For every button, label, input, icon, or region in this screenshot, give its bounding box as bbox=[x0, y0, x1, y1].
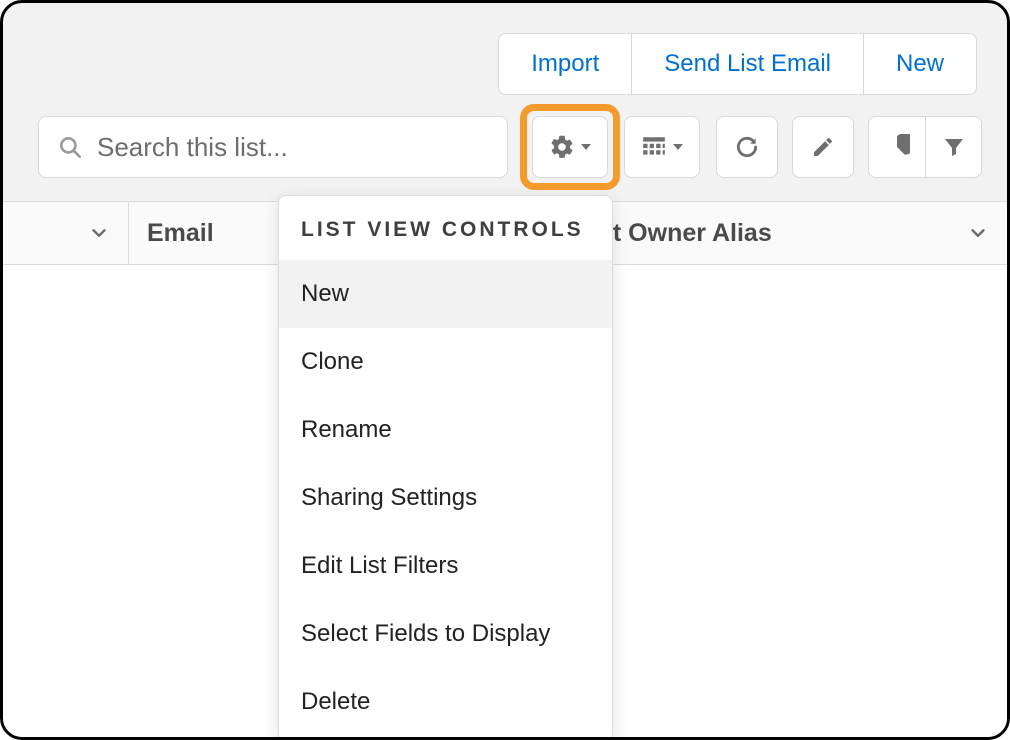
column-header-owner-alias[interactable]: ct Owner Alias bbox=[581, 202, 1007, 264]
menu-item-clone[interactable]: Clone bbox=[279, 328, 612, 396]
gear-icon bbox=[549, 134, 575, 160]
menu-item-select-fields[interactable]: Select Fields to Display bbox=[279, 600, 612, 668]
column-header-label: Email bbox=[147, 219, 214, 248]
menu-item-new[interactable]: New bbox=[279, 260, 612, 328]
menu-item-rename[interactable]: Rename bbox=[279, 396, 612, 464]
search-field-wrap bbox=[38, 116, 508, 178]
chart-filter-group bbox=[868, 116, 982, 178]
filter-icon bbox=[942, 135, 966, 159]
menu-item-sharing-settings[interactable]: Sharing Settings bbox=[279, 464, 612, 532]
search-icon bbox=[57, 134, 83, 160]
table-icon bbox=[641, 134, 667, 160]
chevron-down-icon bbox=[967, 222, 989, 244]
chevron-down-icon bbox=[673, 144, 683, 150]
edit-button[interactable] bbox=[792, 116, 854, 178]
menu-item-delete[interactable]: Delete bbox=[279, 668, 612, 736]
list-view-controls-menu: LIST VIEW CONTROLS New Clone Rename Shar… bbox=[278, 195, 613, 740]
list-view-controls-button[interactable] bbox=[532, 116, 608, 178]
app-frame: Import Send List Email New bbox=[0, 0, 1010, 740]
menu-item-edit-list-filters[interactable]: Edit List Filters bbox=[279, 532, 612, 600]
top-action-group: Import Send List Email New bbox=[498, 33, 977, 95]
display-as-button[interactable] bbox=[624, 116, 700, 178]
new-button[interactable]: New bbox=[863, 34, 976, 94]
pencil-icon bbox=[811, 135, 835, 159]
column-header-label: ct Owner Alias bbox=[599, 219, 772, 248]
chevron-down-icon bbox=[88, 222, 110, 244]
filter-button[interactable] bbox=[925, 117, 981, 177]
import-button[interactable]: Import bbox=[499, 34, 631, 94]
chart-button[interactable] bbox=[869, 117, 925, 177]
column-header-blank[interactable] bbox=[3, 202, 129, 264]
search-input[interactable] bbox=[97, 132, 489, 163]
menu-title: LIST VIEW CONTROLS bbox=[279, 196, 612, 260]
pie-chart-icon bbox=[884, 134, 910, 160]
send-list-email-button[interactable]: Send List Email bbox=[631, 34, 863, 94]
refresh-button[interactable] bbox=[716, 116, 778, 178]
chevron-down-icon bbox=[581, 144, 591, 150]
refresh-icon bbox=[734, 134, 760, 160]
